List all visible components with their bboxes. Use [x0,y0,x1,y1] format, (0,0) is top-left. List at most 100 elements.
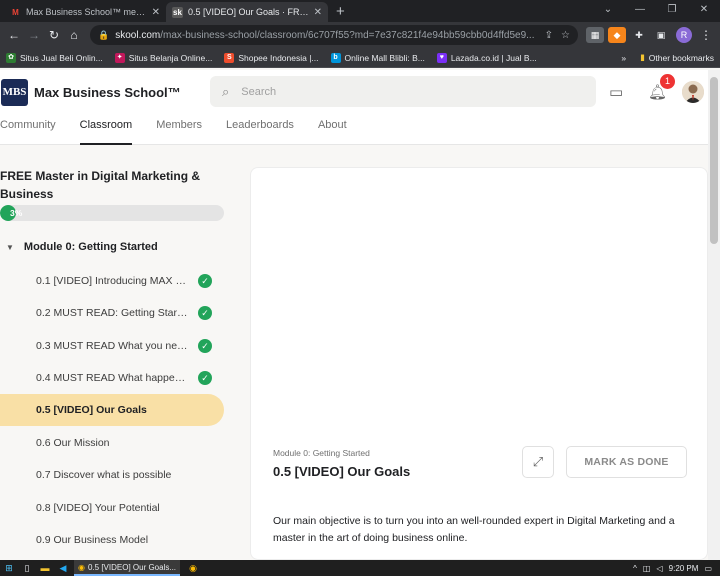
lesson-title: 0.5 [VIDEO] Our Goals [273,464,411,479]
address-bar[interactable]: 🔒 skool.com /max-business-school/classro… [90,25,578,45]
vscode-icon[interactable]: ◀ [54,560,72,576]
back-icon[interactable]: ← [4,28,24,42]
tab-leaderboards[interactable]: Leaderboards [226,115,294,145]
chrome-icon: ◉ [78,562,85,572]
lesson-item[interactable]: 0.7 Discover what is possible [0,459,224,491]
lesson-item[interactable]: 0.8 [VIDEO] Your Potential [0,492,224,524]
chrome-icon[interactable]: ◉ [184,560,202,576]
window-controls: ⌄ — ❐ ✕ [592,0,720,22]
expand-button[interactable]: ⤢ [522,446,554,478]
browser-tab-lesson[interactable]: sk 0.5 [VIDEO] Our Goals · FREE Ma ✕ [166,2,328,22]
lesson-item[interactable]: 0.3 MUST READ What you need... ✓ [0,330,224,362]
file-icon[interactable]: ▯ [18,560,36,576]
close-window-icon[interactable]: ✕ [688,0,720,22]
side-panel-icon[interactable]: ▣ [652,27,670,43]
other-bookmarks-button[interactable]: Other bookmarks [649,53,714,63]
browser-tab-members[interactable]: M Max Business School™ members ✕ [4,2,166,22]
check-circle-icon: ✓ [198,274,212,288]
lesson-content-card [250,167,708,560]
check-circle-icon: ✓ [198,371,212,385]
video-area[interactable] [251,168,707,428]
share-icon[interactable]: ⇪ [545,30,553,41]
lesson-item[interactable]: 0.4 MUST READ What happens ... ✓ [0,362,224,394]
forward-icon[interactable]: → [24,28,44,42]
bookmark-icon: ✿ [6,52,16,63]
search-input[interactable] [241,85,542,98]
bookmark-icon: S [224,52,235,63]
page-scrollbar-thumb[interactable] [710,77,718,244]
file-explorer-icon[interactable]: ▬ [36,560,54,576]
tab-community[interactable]: Community [0,115,56,145]
caret-down-icon: ▼ [6,242,14,252]
extension-puzzle-icon[interactable]: ✚ [630,27,648,43]
bookmarks-overflow-button[interactable]: » [621,53,626,63]
minimize-icon[interactable]: — [624,0,656,22]
notification-badge: 1 [660,74,675,89]
clock[interactable]: 9:20 PM [669,564,699,573]
bookmark-icon: ✦ [114,52,125,63]
gmail-icon: M [12,7,19,17]
module-header[interactable]: ▼ Module 0: Getting Started [6,241,158,253]
lesson-item[interactable]: 0.1 [VIDEO] Introducing MAX B... ✓ [0,265,224,297]
group-logo[interactable]: MBS [1,79,28,106]
profile-avatar[interactable]: R [676,27,692,43]
search-box[interactable]: ⌕ [210,76,596,107]
metamask-icon[interactable]: ◆ [608,27,626,43]
tab-title: 0.5 [VIDEO] Our Goals · FREE Ma [188,7,310,17]
course-progress-bar: 3% [0,205,224,221]
course-sidebar: FREE Master in Digital Marketing & Busin… [0,145,240,560]
user-photo [682,81,704,103]
chevron-up-icon[interactable]: ^ [633,564,637,573]
lesson-breadcrumb: Module 0: Getting Started [273,448,370,458]
tab-classroom[interactable]: Classroom [79,115,132,145]
group-name[interactable]: Max Business School™ [34,85,181,100]
browser-tab-strip: M Max Business School™ members ✕ sk 0.5 … [0,0,720,22]
bookmark-item[interactable]: ✦ Situs Belanja Online... [114,52,212,63]
check-circle-icon: ✓ [198,339,212,353]
section-tabs: Community Classroom Members Leaderboards… [0,115,720,145]
home-icon[interactable]: ⌂ [64,28,84,42]
tab-about[interactable]: About [318,115,347,145]
expand-icon: ⤢ [532,454,544,469]
url-path: /max-business-school/classroom/6c707f55?… [160,29,535,41]
course-progress-fill: 3% [0,205,22,221]
bookmark-item[interactable]: b Online Mall Blibli: B... [330,52,425,63]
new-tab-button[interactable]: + [336,2,345,22]
volume-icon[interactable]: ◁ [656,564,662,573]
system-tray: ^ ◫ ◁ 9:20 PM ▭ [627,564,720,573]
os-taskbar: ⊞ ▯ ▬ ◀ ◉ 0.5 [VIDEO] Our Goals... ◉ ^ ◫… [0,560,720,576]
taskbar-chrome-window[interactable]: ◉ 0.5 [VIDEO] Our Goals... [74,560,181,576]
chevron-down-icon[interactable]: ⌄ [592,0,624,22]
close-tab-icon[interactable]: ✕ [152,7,160,18]
bookmark-icon: ♥ [436,52,447,63]
lesson-description: Our main objective is to turn you into a… [273,515,675,544]
app-header: MBS Max Business School™ ⌄ ⌕ ▭ 🔔︎ [0,70,720,115]
tab-members[interactable]: Members [156,115,202,145]
chat-icon[interactable]: ▭ [609,83,623,101]
bookmark-item[interactable]: ✿ Situs Jual Beli Onlin... [6,52,103,63]
lesson-item[interactable]: 0.2 MUST READ: Getting Started ✓ [0,297,224,329]
extension-icon[interactable]: ▦ [586,27,604,43]
network-icon[interactable]: ◫ [643,564,651,573]
lesson-item[interactable]: 0.9 Our Business Model [0,524,224,556]
bookmark-star-icon[interactable]: ☆ [561,30,570,41]
windows-start-icon[interactable]: ⊞ [0,560,18,576]
mark-as-done-button[interactable]: MARK AS DONE [566,446,687,478]
close-tab-icon[interactable]: ✕ [314,7,322,18]
notifications-icon[interactable]: ▭ [704,564,712,573]
maximize-icon[interactable]: ❐ [656,0,688,22]
more-menu-icon[interactable]: ⋮ [696,28,716,42]
lock-icon[interactable]: 🔒 [98,30,109,41]
lesson-item-active[interactable]: 0.5 [VIDEO] Our Goals [0,394,224,426]
module-title: Module 0: Getting Started [23,241,158,253]
user-avatar[interactable] [682,81,704,103]
lesson-item[interactable]: 0.6 Our Mission [0,427,224,459]
tab-title: Max Business School™ members [26,7,148,17]
bookmark-item[interactable]: ♥ Lazada.co.id | Jual B... [436,52,537,63]
bookmark-item[interactable]: S Shopee Indonesia |... [224,52,319,63]
skool-icon: sk [172,6,183,18]
folder-icon: ▮ [640,52,645,62]
reload-icon[interactable]: ↻ [44,28,64,42]
bookmarks-bar: ✿ Situs Jual Beli Onlin... ✦ Situs Belan… [0,48,720,68]
url-host: skool.com [115,29,161,41]
